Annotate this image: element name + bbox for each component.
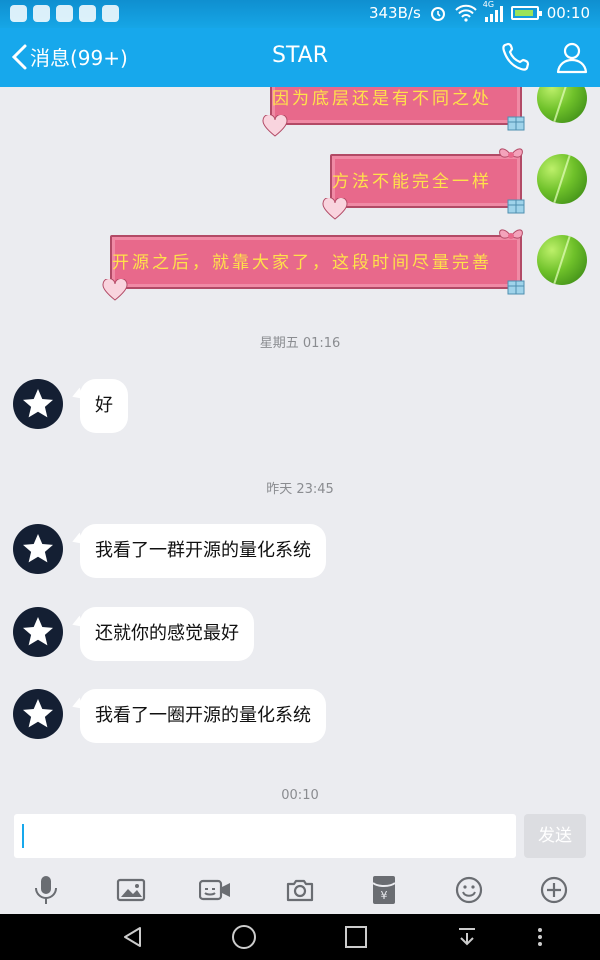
message-input[interactable] [14,814,516,858]
network-speed: 343B/s [368,4,421,22]
back-label: 消息(99+) [30,46,128,70]
star-icon [23,699,53,728]
message-text: 开源之后，就靠大家了，这段时间尽量完善 [112,253,492,273]
incoming-message[interactable]: 还就你的感觉最好 [80,607,254,661]
camera-icon [286,879,314,902]
cell-signal-icon: 4G [483,0,503,22]
more-vertical-icon [538,928,542,946]
contact-name: STAR [271,43,329,68]
my-avatar[interactable] [537,154,587,204]
timestamp: 昨天 23:45 [266,482,334,497]
clock: 00:10 [546,4,590,22]
nav-home-button[interactable] [231,924,257,950]
signal-type: 4G [482,0,495,9]
star-icon [23,534,53,563]
pull-down-icon [459,928,475,946]
composer: 发送 [0,813,600,866]
nav-back-button[interactable] [120,924,146,950]
video-button[interactable] [199,874,231,906]
contact-avatar[interactable] [13,607,63,657]
phone-call-icon[interactable] [500,40,534,74]
voice-button[interactable] [30,874,62,906]
star-icon [23,389,53,418]
incoming-message[interactable]: 好 [80,379,128,433]
red-packet-button[interactable]: ¥ [368,874,400,906]
incoming-message[interactable]: 我看了一群开源的量化系统 [80,524,326,578]
heart-for-u-icon [262,115,288,137]
red-packet-icon: ¥ [372,876,396,904]
square-recents-icon [345,926,367,948]
message-notification-icon [33,5,50,22]
outgoing-message[interactable]: 开源之后，就靠大家了，这段时间尽量完善 [102,229,525,301]
composer-toolbar: ¥ [0,866,600,914]
svg-text:¥: ¥ [381,889,388,902]
triangle-back-icon [124,927,141,947]
battery-icon [510,6,542,20]
status-bar: 343B/s 4G 00:10 [0,0,600,28]
incoming-message[interactable]: 我看了一圈开源的量化系统 [80,689,326,743]
contact-avatar[interactable] [13,379,63,429]
nav-notifications-button[interactable] [454,924,480,950]
emoji-button[interactable] [453,874,485,906]
nav-menu-button[interactable] [527,924,553,950]
heart-for-u-icon [102,279,128,301]
send-button[interactable]: 发送 [524,814,586,858]
plus-icon [540,876,568,904]
alarm-icon [430,7,445,21]
contact-avatar[interactable] [13,689,63,739]
system-nav-bar [0,914,600,960]
chevron-left-icon [11,44,27,69]
ribbon-bow-icon [499,229,523,239]
message-text: 因为底层还是有不同之处 [272,89,492,109]
my-avatar[interactable] [537,87,587,123]
gift-box-icon [507,280,525,295]
microphone-icon [35,876,57,904]
image-button[interactable] [115,874,147,906]
image-icon [116,878,146,902]
outgoing-message[interactable]: 因为底层还是有不同之处 [262,87,525,137]
qq-notification-icon [10,5,27,22]
message-text: 方法不能完全一样 [332,172,492,192]
notification-icons [10,5,119,22]
gift-box-icon [507,199,525,214]
wifi-icon [455,4,477,22]
circle-home-icon [232,925,256,949]
contact-avatar[interactable] [13,524,63,574]
profile-icon[interactable] [555,40,589,74]
camera-button[interactable] [284,874,316,906]
nav-recents-button[interactable] [343,924,369,950]
timestamp: 00:10 [281,788,319,803]
ribbon-bow-icon [499,148,523,158]
app-notification-icon [79,5,96,22]
wechat-notification-icon [56,5,73,22]
star-icon [23,617,53,646]
emoji-icon [455,876,483,904]
text-cursor [22,824,24,848]
back-button[interactable]: 消息(99+) [10,42,128,71]
video-icon [199,879,230,901]
chat-header: 消息(99+) STAR [0,28,600,87]
gift-box-icon [507,116,525,131]
message-list[interactable]: 因为底层还是有不同之处 方法不能完全一样 开源之后，就靠大家了，这段时间尽量完善… [0,87,600,813]
heart-for-u-icon [322,198,348,220]
timestamp: 星期五 01:16 [259,336,341,351]
my-avatar[interactable] [537,235,587,285]
outgoing-message[interactable]: 方法不能完全一样 [322,148,525,220]
more-button[interactable] [538,874,570,906]
gallery-notification-icon [102,5,119,22]
